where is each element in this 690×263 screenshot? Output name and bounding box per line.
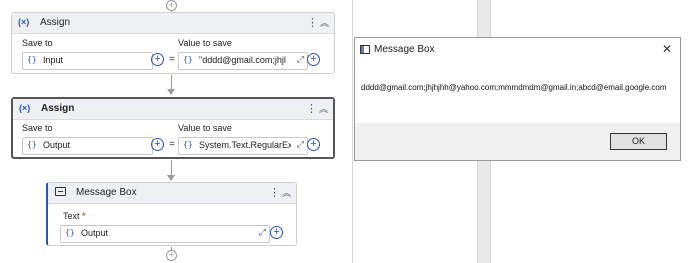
save-to-plus-button[interactable]: + — [151, 138, 164, 151]
message-box-icon — [55, 187, 66, 196]
message-box-header: Message Box ⋮ ︽ — [48, 183, 296, 204]
assign-title: Assign — [41, 103, 75, 114]
save-to-field[interactable]: {} Input — [22, 52, 153, 70]
value-to-save-label: Value to save — [178, 123, 232, 133]
expand-editor-icon[interactable]: ⤢ — [259, 227, 266, 238]
close-icon[interactable]: ✕ — [662, 42, 672, 56]
equals-sign: = — [169, 139, 175, 150]
more-options-icon[interactable]: ⋮ — [306, 102, 317, 115]
assign-activity-1[interactable]: (×) Assign ⋮ ︽ Save to Value to save {} … — [11, 12, 335, 74]
value-to-save-plus-button[interactable]: + — [307, 138, 320, 151]
save-to-value: Input — [43, 55, 64, 65]
panel-divider — [352, 0, 353, 263]
assign-variable-icon: (×) — [19, 103, 31, 113]
collapse-icon[interactable]: ︽ — [282, 186, 291, 199]
expression-brace-icon: {} — [183, 55, 193, 64]
save-to-label: Save to — [22, 123, 53, 133]
more-options-icon[interactable]: ⋮ — [269, 186, 280, 199]
value-to-save-value: "dddd@gmail.com;jhjl — [199, 55, 286, 65]
dialog-title: Message Box — [374, 44, 435, 55]
value-to-save-value: System.Text.RegularEx — [199, 140, 291, 150]
save-to-label: Save to — [22, 38, 53, 48]
collapse-icon[interactable]: ︽ — [320, 16, 329, 29]
expand-editor-icon[interactable]: ⤢ — [297, 139, 304, 150]
assign-activity-2[interactable]: (×) Assign ⋮ ︽ Save to Value to save {} … — [11, 97, 335, 159]
message-box-dialog: Message Box ✕ dddd@gmail.com;jhjhjhh@yah… — [354, 37, 681, 161]
required-marker: * — [82, 211, 86, 221]
expression-brace-icon: {} — [65, 228, 75, 237]
expression-brace-icon: {} — [27, 140, 37, 149]
add-activity-bottom-icon[interactable]: + — [166, 250, 177, 261]
expand-editor-icon[interactable]: ⤢ — [297, 54, 304, 65]
value-to-save-field[interactable]: {} "dddd@gmail.com;jhjl ⤢ — [178, 52, 308, 70]
value-to-save-field[interactable]: {} System.Text.RegularEx ⤢ — [178, 137, 308, 155]
value-to-save-plus-button[interactable]: + — [307, 53, 320, 66]
connector-arrow-icon — [167, 175, 175, 181]
connector-line — [171, 75, 172, 89]
expression-brace-icon: {} — [27, 55, 37, 64]
window-icon — [360, 45, 370, 54]
assign-header: (×) Assign ⋮ ︽ — [12, 13, 334, 34]
save-to-value: Output — [43, 140, 71, 150]
dialog-message: dddd@gmail.com;jhjhjhh@yahoo.com;mmmdmdm… — [361, 83, 667, 92]
text-field[interactable]: {} Output ⤢ — [60, 225, 270, 243]
value-to-save-label: Value to save — [178, 38, 232, 48]
text-value: Output — [81, 228, 109, 238]
assign-header: (×) Assign ⋮ ︽ — [13, 99, 333, 120]
text-label: Text * — [63, 211, 86, 221]
dialog-footer: OK — [355, 123, 680, 160]
connector-arrow-icon — [167, 89, 175, 95]
message-box-activity[interactable]: Message Box ⋮ ︽ Text * {} Output ⤢ + — [46, 182, 297, 246]
equals-sign: = — [169, 54, 175, 65]
connector-line — [171, 160, 172, 175]
more-options-icon[interactable]: ⋮ — [307, 16, 318, 29]
save-to-field[interactable]: {} Output — [22, 137, 153, 155]
message-box-title: Message Box — [76, 187, 137, 198]
assign-title: Assign — [40, 17, 71, 28]
expression-brace-icon: {} — [183, 140, 193, 149]
collapse-icon[interactable]: ︽ — [319, 102, 328, 115]
assign-variable-icon: (×) — [18, 17, 30, 27]
ok-button[interactable]: OK — [610, 133, 667, 150]
save-to-plus-button[interactable]: + — [151, 53, 164, 66]
text-plus-button[interactable]: + — [270, 226, 283, 239]
